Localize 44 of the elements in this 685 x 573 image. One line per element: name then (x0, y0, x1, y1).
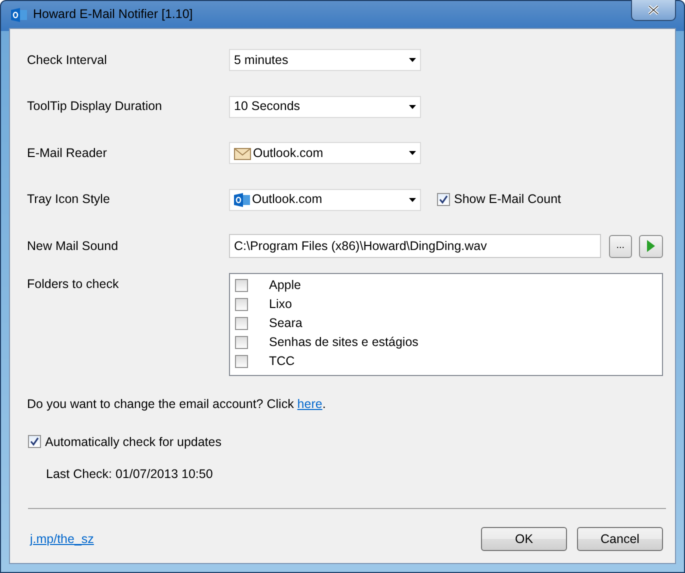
dropdown[interactable]: Outlook.com (229, 142, 421, 164)
folder-name[interactable]: Lixo (269, 294, 292, 314)
field-label: ToolTip Display Duration (27, 98, 164, 116)
envelope-icon (234, 146, 251, 160)
dropdown[interactable]: 5 minutes (229, 49, 421, 72)
folder-name[interactable]: Seara (269, 314, 302, 333)
play-button[interactable] (639, 234, 663, 258)
checkbox-label: Show E-Mail Count (454, 191, 561, 208)
folder-name[interactable]: Senhas de sites e estágios (269, 332, 418, 352)
field-label: Folders to check (27, 276, 120, 293)
account-prompt: Do you want to change the email account? Click here. (27, 396, 327, 413)
outlook-icon (11, 8, 27, 22)
field-label: E-Mail Reader (27, 144, 108, 162)
dropdown-arrow-icon (409, 58, 416, 62)
dropdown[interactable]: Outlook.com (229, 188, 421, 211)
folder-name[interactable]: TCC (269, 352, 295, 371)
checkbox-label: Automatically check for updates (45, 434, 222, 451)
footer-link[interactable]: j.mp/the_sz (30, 530, 94, 548)
checkbox[interactable] (437, 193, 450, 206)
window-title: Howard E-Mail Notifier [1.10] (33, 6, 193, 24)
dropdown-arrow-icon (409, 104, 416, 109)
dialog-button[interactable]: OK (481, 527, 567, 551)
checkbox[interactable] (235, 336, 248, 349)
last-check-text: Last Check: 01/07/2013 10:50 (46, 466, 214, 484)
here-link[interactable]: here (297, 396, 322, 411)
field-label: Check Interval (27, 52, 108, 69)
checkbox[interactable] (28, 435, 41, 448)
dropdown-arrow-icon (409, 151, 416, 156)
checkbox[interactable] (235, 278, 248, 292)
file-path-field[interactable]: C:\Program Files (x86)\Howard\DingDing.wav (229, 234, 601, 258)
folder-name[interactable]: Apple (269, 276, 301, 295)
close-button[interactable] (631, 0, 676, 21)
outlook-icon (234, 192, 250, 207)
dropdown[interactable]: 10 Seconds (229, 96, 421, 118)
browse-button[interactable]: ... (608, 234, 632, 258)
close-icon (648, 5, 659, 15)
checkbox[interactable] (235, 354, 248, 368)
field-label: Tray Icon Style (27, 191, 111, 208)
play-icon (647, 240, 656, 252)
checkbox[interactable] (235, 298, 248, 311)
dropdown-arrow-icon (409, 198, 416, 202)
dialog-button[interactable]: Cancel (577, 527, 663, 551)
field-label: New Mail Sound (27, 238, 120, 255)
checkbox[interactable] (235, 316, 248, 330)
